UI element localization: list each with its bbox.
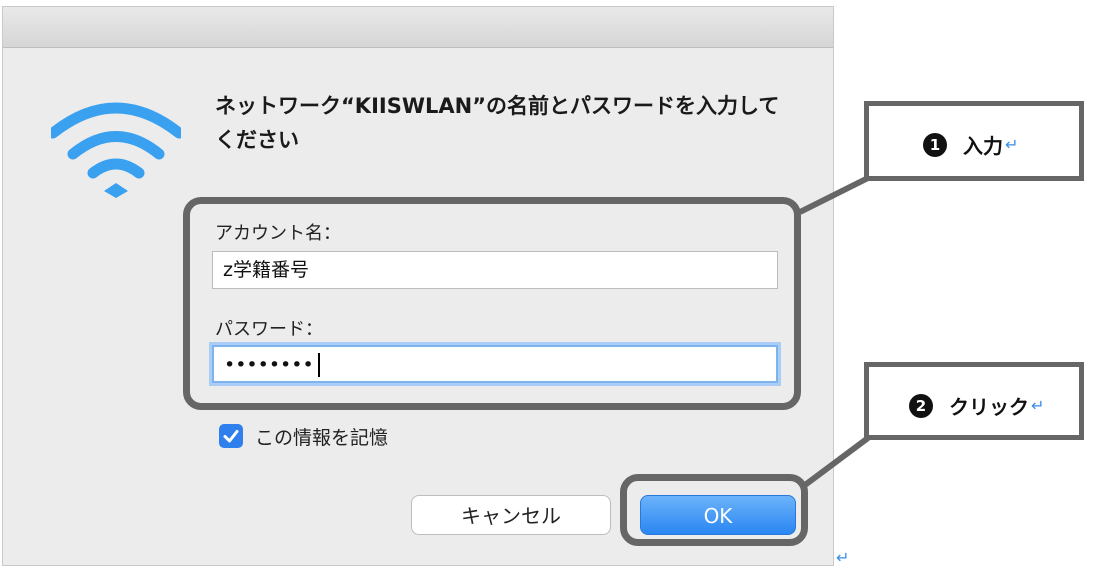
callout-step1: 1 入力 ↵ [864,101,1084,181]
ok-button-highlight [620,474,808,546]
input-fields-highlight [183,197,801,410]
callout-step2: 2 クリック ↵ [864,362,1084,440]
step2-number-badge: 2 [909,393,933,418]
return-mark-icon: ↵ [1031,396,1045,415]
step1-number-badge: 1 [923,132,947,157]
step2-label: クリック [949,395,1029,419]
step1-label: 入力 [963,134,1003,158]
paragraph-return-icon: ↵ [836,548,850,567]
return-mark-icon: ↵ [1005,135,1019,154]
